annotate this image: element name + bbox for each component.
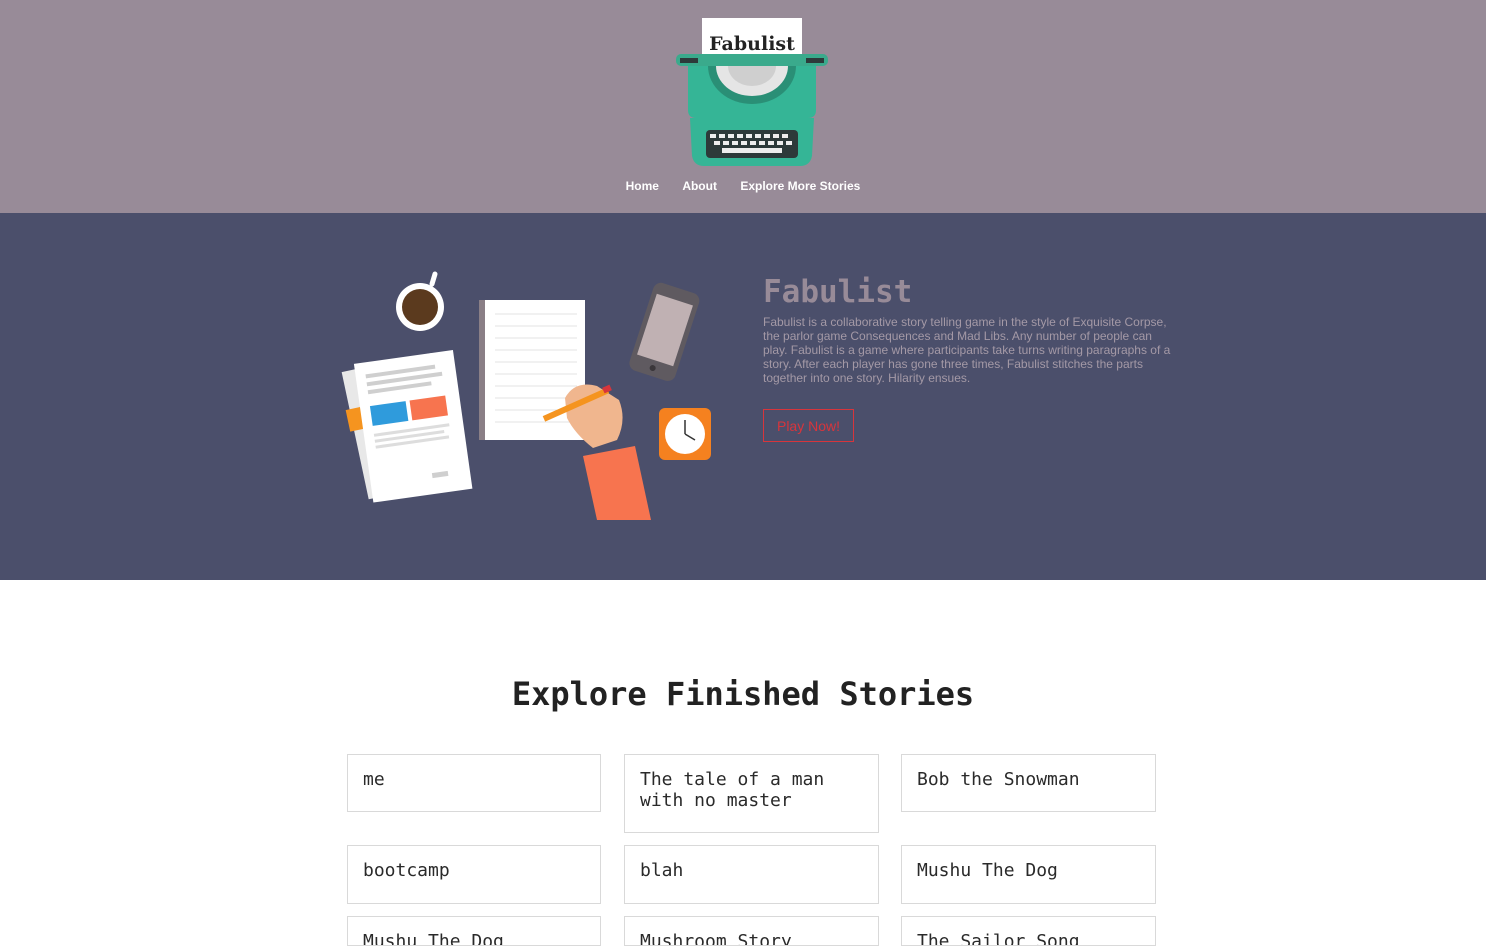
- story-card[interactable]: bootcamp: [347, 845, 601, 904]
- hero-section: [0, 213, 1486, 580]
- story-card[interactable]: me: [347, 754, 601, 812]
- nav-explore-link[interactable]: Explore More Stories: [740, 178, 860, 194]
- nav-about-link[interactable]: About: [682, 178, 717, 194]
- main-nav: Home About Explore More Stories: [0, 178, 1486, 194]
- typewriter-logo[interactable]: Fabulist: [676, 18, 828, 168]
- site-header: Fabulist Home About Explore More Stories: [0, 0, 1486, 213]
- story-card[interactable]: Mushroom Story: [624, 916, 879, 946]
- clock-icon: [659, 408, 711, 460]
- play-now-button[interactable]: Play Now!: [763, 409, 854, 442]
- story-card[interactable]: blah: [624, 845, 879, 904]
- story-card[interactable]: Bob the Snowman: [901, 754, 1156, 812]
- story-card[interactable]: Mushu The Dog: [347, 916, 601, 946]
- coffee-cup-icon: [396, 271, 444, 331]
- desk-illustration: [341, 271, 711, 520]
- stories-section-title: Explore Finished Stories: [511, 675, 975, 713]
- story-card[interactable]: The tale of a man with no master: [624, 754, 879, 833]
- papers-icon: [341, 349, 473, 503]
- hero-title: Fabulist: [763, 274, 913, 310]
- phone-icon: [629, 282, 700, 381]
- story-card[interactable]: The Sailor Song: [901, 916, 1156, 946]
- story-card[interactable]: Mushu The Dog: [901, 845, 1156, 904]
- hero-description: Fabulist is a collaborative story tellin…: [763, 315, 1171, 385]
- nav-home-link[interactable]: Home: [626, 178, 659, 194]
- svg-text:Fabulist: Fabulist: [709, 33, 795, 55]
